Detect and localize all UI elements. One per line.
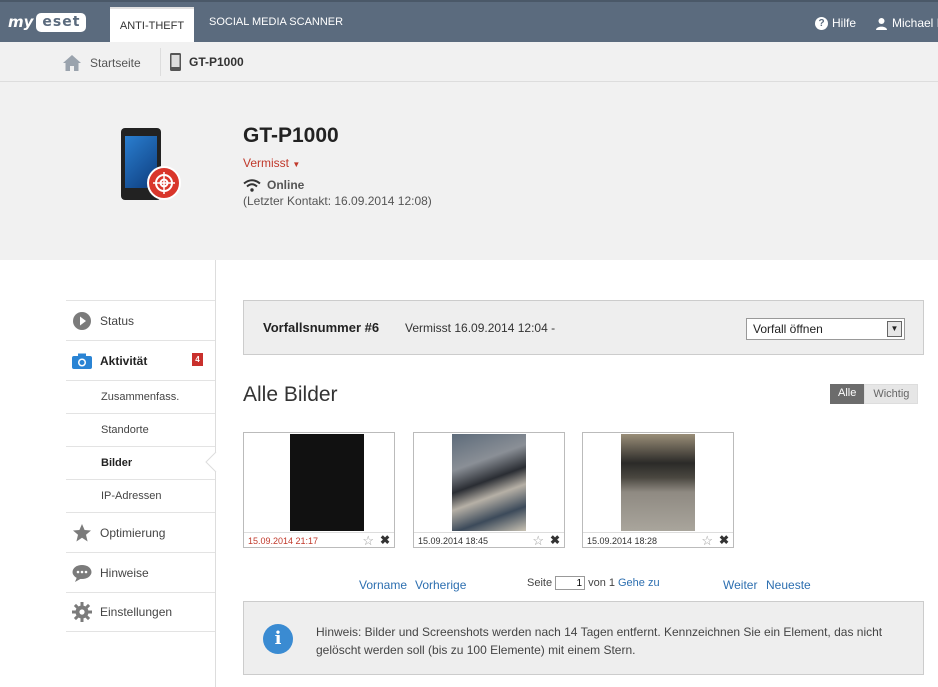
- help-icon: ?: [815, 16, 828, 30]
- page-selector: Seite von 1 Gehe zu: [527, 576, 660, 590]
- sidebar-item-bilder[interactable]: Bilder: [66, 446, 215, 479]
- sidebar-item-hinweise[interactable]: Hinweise: [66, 552, 215, 592]
- info-note-text: Hinweis: Bilder und Screenshots werden n…: [316, 625, 883, 657]
- page-label: Seite: [527, 577, 553, 589]
- page-total: von 1: [588, 577, 615, 589]
- sidebar-item-label: Optimierung: [100, 525, 166, 540]
- sidebar-item-label: Standorte: [101, 424, 149, 436]
- sidebar-item-optimierung[interactable]: Optimierung: [66, 512, 215, 552]
- close-icon[interactable]: ✖: [380, 533, 390, 547]
- help-link[interactable]: ? Hilfe: [815, 16, 856, 30]
- breadcrumb-home-label: Startseite: [90, 56, 141, 70]
- user-icon: [876, 17, 887, 30]
- sidebar-item-label: Zusammenfass.: [101, 391, 180, 403]
- page-number-input[interactable]: [555, 576, 586, 590]
- image-card[interactable]: 15.09.2014 21:17 ☆ ✖: [243, 432, 395, 548]
- pager-goto-link[interactable]: Gehe zu: [618, 577, 660, 589]
- star-icon[interactable]: ☆: [532, 533, 544, 549]
- home-icon: [63, 55, 81, 71]
- sidebar-item-label: Aktivität: [100, 353, 148, 368]
- tab-social-media-scanner[interactable]: SOCIAL MEDIA SCANNER: [209, 16, 343, 28]
- device-name: GT-P1000: [243, 124, 339, 147]
- target-icon: [147, 166, 181, 200]
- pager-previous-link[interactable]: Vorherige: [415, 578, 466, 592]
- star-icon[interactable]: ☆: [701, 533, 713, 549]
- activity-count-badge: 4: [192, 353, 203, 366]
- logo-eset-text: eset: [36, 12, 87, 32]
- help-label: Hilfe: [832, 16, 857, 30]
- connection-status: Online: [243, 178, 304, 192]
- sidebar-item-ip-adressen[interactable]: IP-Adressen: [66, 479, 215, 512]
- device-status-dropdown[interactable]: Vermisst ▼: [243, 156, 300, 170]
- close-icon[interactable]: ✖: [550, 533, 560, 547]
- logo-my-text: my: [8, 13, 34, 31]
- tab-anti-theft[interactable]: ANTI-THEFT: [110, 7, 194, 44]
- captured-image[interactable]: [290, 434, 364, 531]
- breadcrumb: Startseite GT-P1000: [0, 42, 938, 82]
- device-header: GT-P1000 Vermisst ▼ Online (Letzter Kont…: [0, 82, 938, 260]
- camera-icon: [72, 351, 92, 371]
- sidebar-item-aktivitaet[interactable]: Aktivität 4: [66, 340, 215, 380]
- image-filter: Alle Wichtig: [830, 384, 919, 404]
- sidebar-item-label: Bilder: [101, 457, 133, 469]
- my-eset-logo[interactable]: my eset: [8, 10, 87, 34]
- sidebar-item-label: IP-Adressen: [101, 490, 162, 502]
- last-contact: (Letzter Kontakt: 16.09.2014 12:08): [243, 194, 432, 208]
- user-name: Michael I: [892, 16, 938, 30]
- pager-first-link[interactable]: Vorname: [359, 578, 407, 592]
- sidebar-item-label: Hinweise: [100, 565, 149, 580]
- sidebar-item-label: Status: [100, 313, 135, 328]
- pager-last-link[interactable]: Neueste: [766, 578, 811, 592]
- user-menu[interactable]: Michael I: [875, 16, 938, 30]
- top-navigation-bar: my eset ANTI-THEFT SOCIAL MEDIA SCANNER …: [0, 0, 938, 44]
- chevron-down-icon: ▼: [887, 321, 902, 337]
- info-note: i Hinweis: Bilder und Screenshots werden…: [243, 601, 924, 675]
- incident-action-select[interactable]: Vorfall öffnen ▼: [746, 318, 905, 340]
- captured-image[interactable]: [621, 434, 695, 531]
- pager-next-link[interactable]: Weiter: [723, 578, 757, 592]
- breadcrumb-device-label: GT-P1000: [189, 55, 244, 69]
- chevron-down-icon: ▼: [292, 160, 301, 169]
- close-icon[interactable]: ✖: [719, 533, 729, 547]
- gear-icon: [72, 602, 92, 622]
- incident-number: Vorfallsnummer #6: [263, 320, 380, 335]
- sidebar: Status Aktivität 4 Zusammenfass. Standor…: [66, 300, 215, 632]
- captured-image[interactable]: [452, 434, 526, 531]
- gallery-title: Alle Bilder: [243, 383, 338, 406]
- incident-panel: Vorfallsnummer #6 Vermisst 16.09.2014 12…: [243, 300, 924, 355]
- info-icon: i: [263, 624, 293, 654]
- incident-description: Vermisst 16.09.2014 12:04 -: [405, 321, 556, 335]
- chat-icon: [72, 563, 92, 583]
- breadcrumb-home[interactable]: Startseite: [62, 54, 141, 72]
- play-circle-icon: [72, 311, 92, 331]
- wifi-icon: [243, 178, 261, 192]
- sidebar-item-einstellungen[interactable]: Einstellungen: [66, 592, 215, 632]
- breadcrumb-divider: [160, 48, 161, 76]
- sidebar-divider: [215, 260, 216, 687]
- star-icon[interactable]: ☆: [362, 533, 374, 549]
- sidebar-item-status[interactable]: Status: [66, 300, 215, 340]
- connection-label: Online: [267, 178, 305, 192]
- filter-important-button[interactable]: Wichtig: [864, 384, 919, 404]
- filter-all-button[interactable]: Alle: [830, 384, 865, 404]
- device-status-label: Vermisst: [243, 156, 290, 170]
- sidebar-item-label: Einstellungen: [100, 605, 173, 619]
- sidebar-item-standorte[interactable]: Standorte: [66, 413, 215, 446]
- sidebar-item-zusammenfassung[interactable]: Zusammenfass.: [66, 380, 215, 413]
- breadcrumb-device[interactable]: GT-P1000: [170, 53, 244, 71]
- image-card[interactable]: 15.09.2014 18:45 ☆ ✖: [413, 432, 565, 548]
- phone-icon: [170, 53, 181, 71]
- star-icon: [72, 523, 92, 543]
- incident-action-value: Vorfall öffnen: [753, 322, 823, 336]
- image-card[interactable]: 15.09.2014 18:28 ☆ ✖: [582, 432, 734, 548]
